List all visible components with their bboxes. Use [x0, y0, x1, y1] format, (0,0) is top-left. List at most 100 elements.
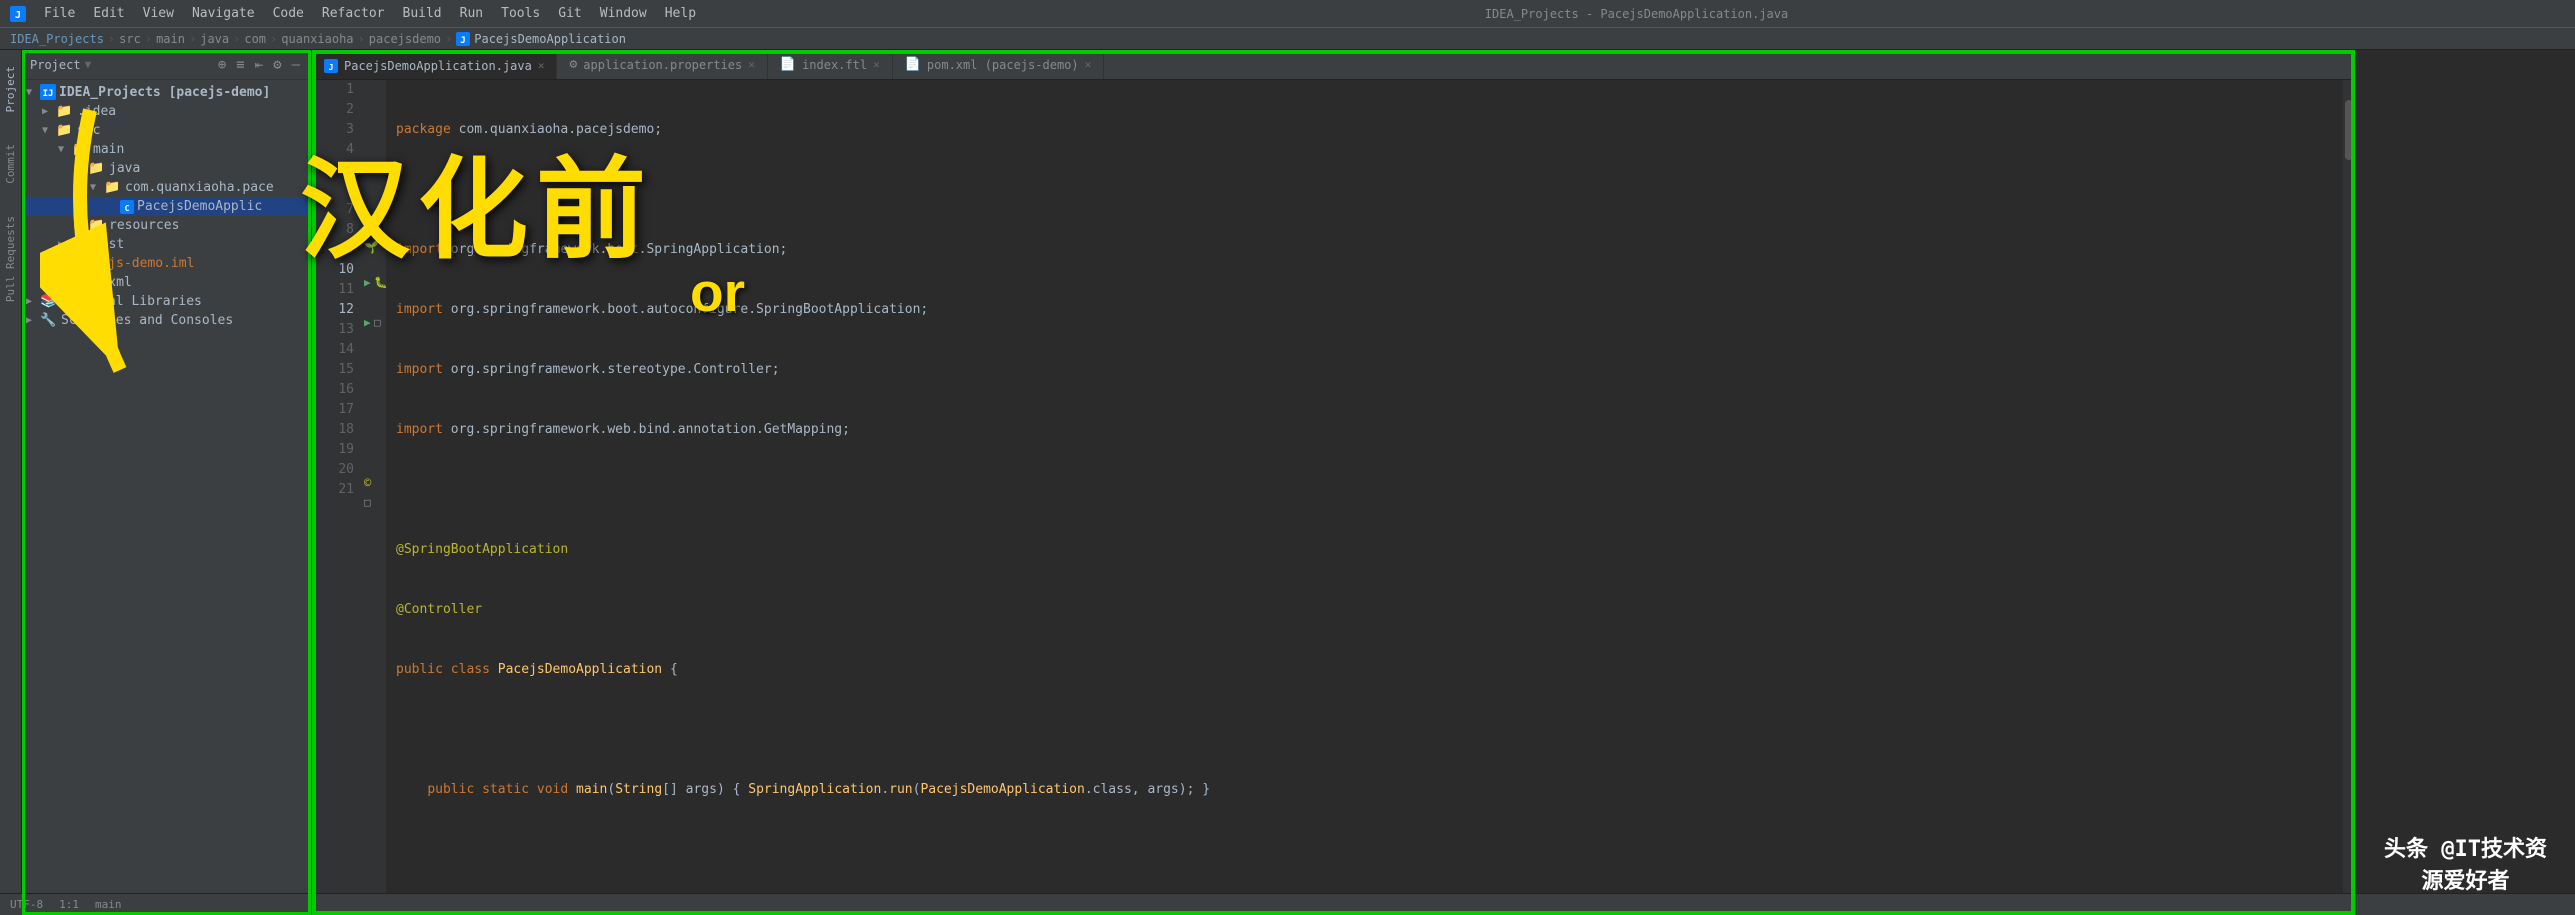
menu-git[interactable]: Git — [550, 3, 589, 24]
gutter: 🌱 ▶ 🐛 ▶ □ © □ — [362, 80, 386, 915]
tree-label-src: src — [77, 123, 100, 138]
toolbar-sync-icon[interactable]: ≡ — [233, 55, 247, 75]
project-toolbar: Project ▼ ⊕ ≡ ⇤ ⚙ — — [22, 50, 311, 80]
tree-item-test[interactable]: ▶ 📁 test — [22, 235, 311, 254]
menu-tools[interactable]: Tools — [493, 3, 548, 24]
breadcrumb-com: com — [244, 32, 266, 46]
tree-label-test: test — [93, 237, 124, 252]
line-num-9: 9 — [320, 240, 354, 260]
tab-close-ftl[interactable]: ✕ — [873, 58, 880, 71]
toolbar-hide-icon[interactable]: — — [289, 55, 303, 75]
tree-item-iml[interactable]: 📄 pacejs-demo.iml — [22, 254, 311, 273]
toolbar-add-icon[interactable]: ⊕ — [215, 55, 229, 75]
svg-text:J: J — [461, 36, 466, 46]
tree-item-external-libs[interactable]: ▶ 📚 External Libraries — [22, 292, 311, 311]
main-layout: Project Commit Pull Requests Project ▼ ⊕… — [0, 50, 2575, 915]
tree-label-scratches: Scratches and Consoles — [61, 313, 233, 328]
menu-build[interactable]: Build — [395, 3, 450, 24]
tree-label-main-class: PacejsDemoApplic — [137, 199, 262, 214]
tree-label-iml: pacejs-demo.iml — [77, 256, 194, 271]
menu-view[interactable]: View — [135, 3, 182, 24]
gutter-bookmark-icon-17[interactable]: □ — [364, 496, 371, 509]
gutter-debug-icon-10[interactable]: 🐛 — [374, 276, 388, 289]
tree-label-pom: pom.xml — [77, 275, 132, 290]
tab-close-main[interactable]: ✕ — [538, 59, 545, 72]
scrollbar-thumb[interactable] — [2345, 100, 2353, 160]
line-num-1: 1 — [320, 80, 354, 100]
breadcrumb-quanxiaoha: quanxiaoha — [281, 32, 353, 46]
main-folder-icon: 📁 — [72, 142, 90, 157]
gutter-spring-icon-8: 🌱 — [364, 240, 379, 254]
menu-window[interactable]: Window — [592, 3, 655, 24]
line-num-17: 17 — [320, 400, 354, 420]
tab-index-ftl[interactable]: 📄 index.ftl ✕ — [768, 50, 893, 80]
tab-application-props[interactable]: ⚙ application.properties ✕ — [557, 50, 767, 80]
file-tree: ▼ IJ IDEA_Projects [pacejs-demo] ▶ 📁 .id… — [22, 80, 311, 915]
idea-folder-icon: 📁 — [56, 104, 74, 119]
svg-text:J: J — [329, 63, 334, 72]
code-line-10: public class PacejsDemoApplication { — [396, 660, 2345, 680]
test-folder-icon: 📁 — [72, 237, 90, 252]
side-tab-commit[interactable]: Commit — [2, 138, 19, 190]
breadcrumb-idea-projects[interactable]: IDEA_Projects — [10, 32, 104, 46]
gutter-bookmark-icon-12[interactable]: □ — [374, 316, 381, 329]
line-num-15: 15 — [320, 360, 354, 380]
code-line-12: public static void main(String[] args) {… — [396, 780, 2345, 800]
tree-item-package[interactable]: ▼ 📁 com.quanxiaoha.pace — [22, 178, 311, 197]
project-panel: Project ▼ ⊕ ≡ ⇤ ⚙ — ▼ IJ IDEA_Projects [… — [22, 50, 312, 915]
line-num-19: 19 — [320, 440, 354, 460]
menu-code[interactable]: Code — [265, 3, 312, 24]
external-libs-icon: 📚 — [40, 294, 58, 309]
scrollbar-track[interactable] — [2343, 80, 2355, 915]
tab-pacejs-demo-app[interactable]: J PacejsDemoApplication.java ✕ — [312, 50, 557, 80]
right-sidebar: 头条 @IT技术资源爱好者 — [2355, 50, 2575, 915]
gutter-run-icon-10[interactable]: ▶ — [364, 276, 371, 289]
svg-text:IJ: IJ — [43, 89, 54, 99]
menu-file[interactable]: File — [36, 3, 83, 24]
line-num-4: 4 — [320, 140, 354, 160]
line-num-14: 14 — [320, 340, 354, 360]
menu-run[interactable]: Run — [452, 3, 491, 24]
line-num-2: 2 — [320, 100, 354, 120]
tree-item-src[interactable]: ▼ 📁 src — [22, 121, 311, 140]
svg-text:J: J — [15, 10, 21, 21]
menu-navigate[interactable]: Navigate — [184, 3, 263, 24]
tab-close-pom[interactable]: ✕ — [1085, 58, 1092, 71]
menu-help[interactable]: Help — [657, 3, 704, 24]
tree-item-idea[interactable]: ▶ 📁 .idea — [22, 102, 311, 121]
tree-label-resources: resources — [109, 218, 179, 233]
tree-root[interactable]: ▼ IJ IDEA_Projects [pacejs-demo] — [22, 82, 311, 102]
tree-item-pom[interactable]: 📄 pom.xml — [22, 273, 311, 292]
side-tab-pull-requests[interactable]: Pull Requests — [2, 210, 19, 308]
tree-item-main[interactable]: ▼ 📁 main — [22, 140, 311, 159]
tab-pom-xml[interactable]: 📄 pom.xml (pacejs-demo) ✕ — [893, 50, 1105, 80]
tree-item-java[interactable]: ▼ 📁 java — [22, 159, 311, 178]
line-num-3: 3 — [320, 120, 354, 140]
tree-item-main-class[interactable]: C PacejsDemoApplic — [22, 197, 311, 216]
tree-label-external-libs: External Libraries — [61, 294, 202, 309]
code-editor[interactable]: 1 2 3 4 5 6 7 8 9 10 11 12 13 14 15 16 1… — [312, 80, 2355, 915]
window-title: IDEA_Projects - PacejsDemoApplication.ja… — [706, 7, 2567, 21]
tree-item-scratches[interactable]: ▶ 🔧 Scratches and Consoles — [22, 311, 311, 330]
code-line-5: import org.springframework.stereotype.Co… — [396, 360, 2345, 380]
tree-item-resources[interactable]: ▶ 📁 resources — [22, 216, 311, 235]
toolbar-settings-icon[interactable]: ⚙ — [270, 55, 284, 75]
line-num-5: 5 — [320, 160, 354, 180]
java-folder-icon: 📁 — [88, 161, 106, 176]
side-tab-project[interactable]: Project — [2, 60, 19, 118]
tree-label-package: com.quanxiaoha.pace — [125, 180, 274, 195]
src-folder-icon: 📁 — [56, 123, 74, 138]
menu-edit[interactable]: Edit — [85, 3, 132, 24]
gutter-run-icon-12[interactable]: ▶ — [364, 316, 371, 329]
line-num-11: 11 — [320, 280, 354, 300]
menu-refactor[interactable]: Refactor — [314, 3, 393, 24]
tab-close-props[interactable]: ✕ — [748, 58, 755, 71]
menu-bar: J File Edit View Navigate Code Refactor … — [0, 0, 2575, 28]
toolbar-collapse-icon[interactable]: ⇤ — [252, 55, 266, 75]
tab-label-ftl: index.ftl — [802, 58, 867, 72]
breadcrumb-pacejsdemo: pacejsdemo — [369, 32, 441, 46]
gutter-annotation-icon-16: © — [364, 476, 371, 490]
line-num-8: 8 — [320, 220, 354, 240]
code-content[interactable]: package com.quanxiaoha.pacejsdemo; impor… — [386, 80, 2355, 915]
tree-label-java: java — [109, 161, 140, 176]
